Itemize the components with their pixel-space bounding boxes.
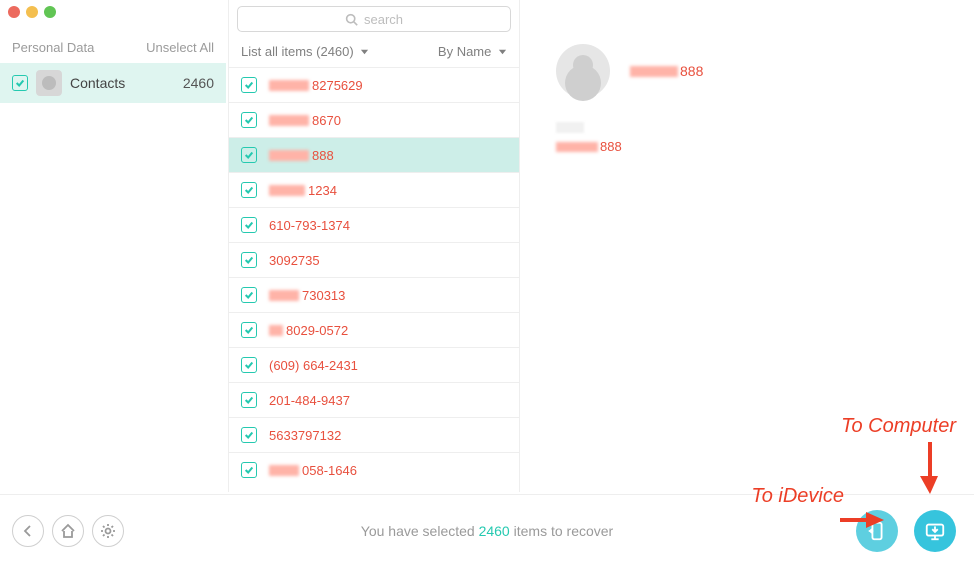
list-filter-dropdown[interactable]: List all items (2460) xyxy=(241,44,369,59)
contact-phone: 888 xyxy=(556,139,960,154)
item-checkbox[interactable] xyxy=(241,392,257,408)
export-to-computer-button[interactable] xyxy=(914,510,956,552)
item-checkbox[interactable] xyxy=(241,252,257,268)
item-text: 1234 xyxy=(308,183,337,198)
item-text: 8029-0572 xyxy=(286,323,348,338)
field-label xyxy=(556,122,584,133)
settings-button[interactable] xyxy=(92,515,124,547)
sort-dropdown[interactable]: By Name xyxy=(438,44,507,59)
item-text: 8670 xyxy=(312,113,341,128)
annotation-to-idevice: To iDevice xyxy=(751,485,844,508)
status-text: You have selected 2460 items to recover xyxy=(361,523,613,539)
category-checkbox[interactable] xyxy=(12,75,28,91)
contact-rows: 8275629 8670 888 1234 610-793-1374 3092735 730… xyxy=(229,67,519,492)
unselect-all-link[interactable]: Unselect All xyxy=(146,40,214,55)
chevron-down-icon xyxy=(498,47,507,56)
window-maximize-button[interactable] xyxy=(44,6,56,18)
category-count: 2460 xyxy=(183,75,214,91)
sidebar-header: Personal Data xyxy=(12,40,94,55)
avatar xyxy=(556,44,610,98)
search-icon xyxy=(345,13,358,26)
list-item[interactable]: 058-1646 xyxy=(229,452,519,487)
item-checkbox[interactable] xyxy=(241,357,257,373)
item-checkbox[interactable] xyxy=(241,147,257,163)
search-placeholder: search xyxy=(364,12,403,27)
item-checkbox[interactable] xyxy=(241,182,257,198)
window-minimize-button[interactable] xyxy=(26,6,38,18)
item-checkbox[interactable] xyxy=(241,322,257,338)
search-input[interactable]: search xyxy=(237,6,511,32)
window-close-button[interactable] xyxy=(8,6,20,18)
item-text: 610-793-1374 xyxy=(269,218,350,233)
arrow-down-icon xyxy=(920,442,940,499)
item-checkbox[interactable] xyxy=(241,77,257,93)
list-item[interactable]: 201-484-9437 xyxy=(229,382,519,417)
item-text: 8275629 xyxy=(312,78,363,93)
annotation-to-computer: To Computer xyxy=(841,415,956,438)
item-text: 5633797132 xyxy=(269,428,341,443)
category-label: Contacts xyxy=(70,75,183,91)
item-checkbox[interactable] xyxy=(241,287,257,303)
contacts-icon xyxy=(36,70,62,96)
home-button[interactable] xyxy=(52,515,84,547)
item-checkbox[interactable] xyxy=(241,427,257,443)
list-item[interactable]: 1234 xyxy=(229,172,519,207)
contact-detail-panel: 888 888 xyxy=(540,44,960,154)
list-item[interactable]: 730313 xyxy=(229,277,519,312)
list-item[interactable]: 8029-0572 xyxy=(229,312,519,347)
list-item[interactable]: 8275629 xyxy=(229,67,519,102)
chevron-down-icon xyxy=(360,47,369,56)
item-text: 201-484-9437 xyxy=(269,393,350,408)
list-item[interactable]: 888 xyxy=(229,137,519,172)
contact-name: 888 xyxy=(630,63,703,79)
item-checkbox[interactable] xyxy=(241,112,257,128)
item-text: 3092735 xyxy=(269,253,320,268)
item-checkbox[interactable] xyxy=(241,462,257,478)
sidebar-item-contacts[interactable]: Contacts 2460 xyxy=(0,63,226,103)
contact-list-panel: search List all items (2460) By Name 827… xyxy=(228,0,520,492)
computer-export-icon xyxy=(924,520,946,542)
list-item[interactable]: 3092735 xyxy=(229,242,519,277)
list-item[interactable]: (609) 664-2431 xyxy=(229,347,519,382)
list-item[interactable]: 8670 xyxy=(229,102,519,137)
sidebar: Personal Data Unselect All Contacts 2460 xyxy=(0,30,226,103)
item-text: 888 xyxy=(312,148,334,163)
back-button[interactable] xyxy=(12,515,44,547)
item-text: 058-1646 xyxy=(302,463,357,478)
list-item[interactable]: 5633797132 xyxy=(229,417,519,452)
item-checkbox[interactable] xyxy=(241,217,257,233)
arrow-right-icon xyxy=(840,510,884,535)
item-text: (609) 664-2431 xyxy=(269,358,358,373)
item-text: 730313 xyxy=(302,288,345,303)
list-item[interactable]: 610-793-1374 xyxy=(229,207,519,242)
